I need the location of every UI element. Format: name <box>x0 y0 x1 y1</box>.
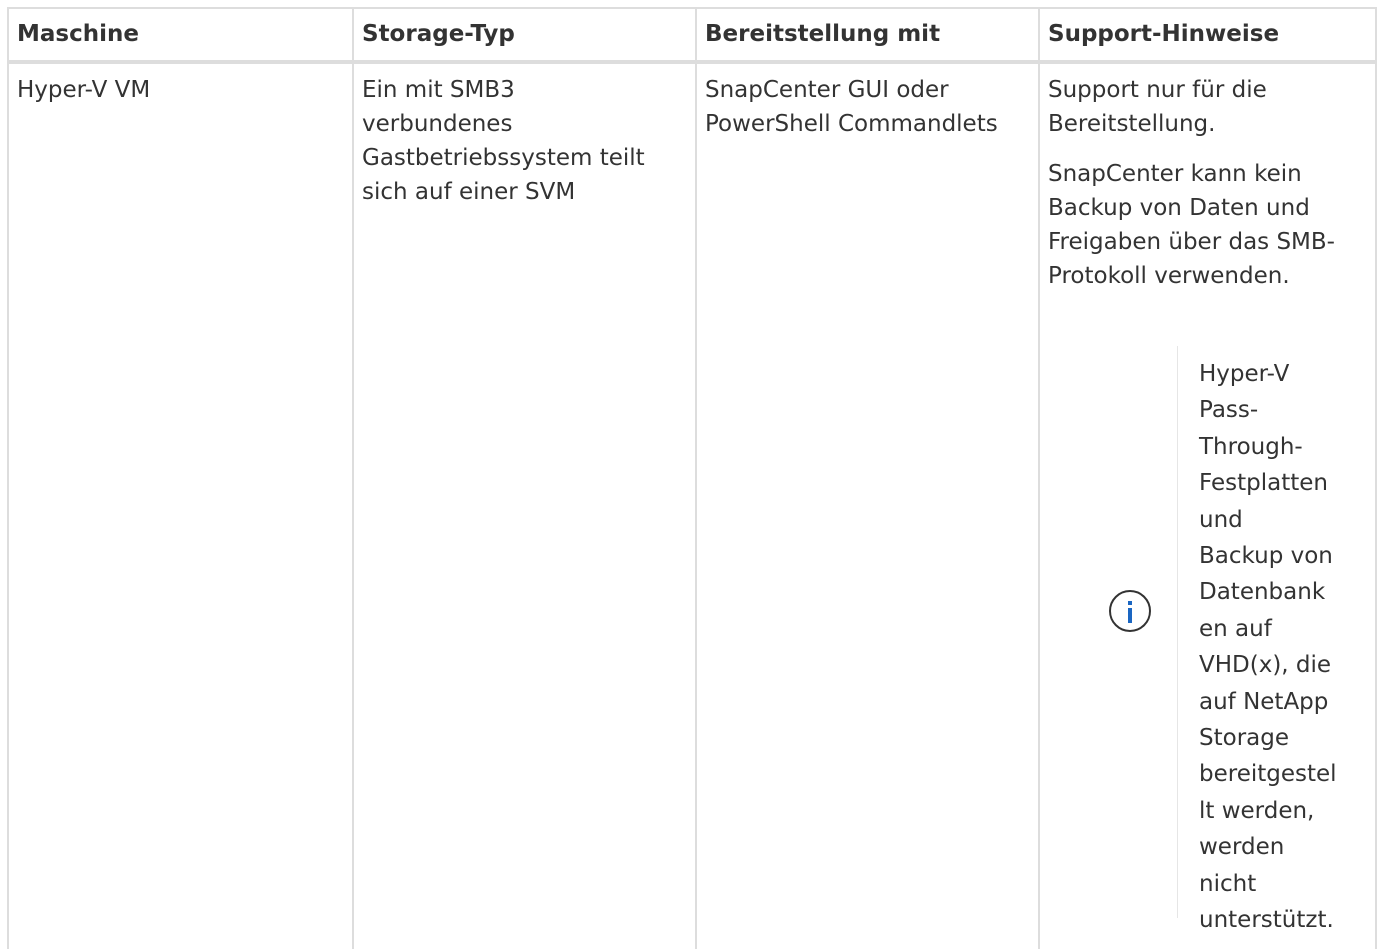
admonition-note: Hyper-V Pass- Through- Festplatten und B… <box>1068 346 1368 933</box>
note-line: Storage <box>1199 725 1289 752</box>
cell-maschine-text: Hyper-V VM <box>17 77 151 103</box>
column-storage-typ: Storage-Typ Ein mit SMB3 verbundenes Gas… <box>352 9 695 949</box>
note-line: Datenbank <box>1199 579 1326 606</box>
note-divider <box>1177 346 1178 918</box>
support-table: Maschine Hyper-V VM Storage-Typ Ein mit … <box>7 7 1377 949</box>
cell-support-hinweise: Support nur für die Bereitstellung. Snap… <box>1040 64 1375 949</box>
support-note-2: SnapCenter kann kein Backup von Daten un… <box>1048 161 1335 289</box>
note-line: Hyper-V <box>1199 361 1290 387</box>
header-maschine: Maschine <box>17 21 139 47</box>
column-maschine: Maschine Hyper-V VM <box>9 9 352 949</box>
note-line: VHD(x), die <box>1199 652 1332 679</box>
note-line: lt werden, <box>1199 797 1315 824</box>
column-bereitstellung: Bereitstellung mit SnapCenter GUI oder P… <box>695 9 1038 949</box>
note-line: bereitgestel <box>1199 761 1337 788</box>
note-line: werden <box>1199 834 1285 861</box>
note-line: unterstützt. <box>1199 907 1334 934</box>
cell-storage-typ: Ein mit SMB3 verbundenes Gastbetriebssys… <box>354 64 695 949</box>
note-line: Backup von <box>1199 543 1333 570</box>
cell-maschine: Hyper-V VM <box>9 64 160 949</box>
note-line: nicht <box>1199 870 1257 897</box>
column-support-hinweise: Support-Hinweise Support nur für die Ber… <box>1038 9 1375 949</box>
support-note-1: Support nur für die Bereitstellung. <box>1048 77 1267 137</box>
note-line: Pass- <box>1199 397 1259 424</box>
note-line: auf NetApp <box>1199 688 1329 715</box>
header-storage-typ: Storage-Typ <box>362 21 515 47</box>
info-icon <box>1109 590 1151 632</box>
note-line: und <box>1199 506 1243 533</box>
cell-storage-typ-text: Ein mit SMB3 verbundenes Gastbetriebssys… <box>362 77 645 205</box>
note-line: en auf <box>1199 615 1272 642</box>
header-bereitstellung: Bereitstellung mit <box>705 21 941 47</box>
header-support-hinweise: Support-Hinweise <box>1048 21 1280 47</box>
cell-bereitstellung: SnapCenter GUI oder PowerShell Commandle… <box>697 64 1038 949</box>
cell-bereitstellung-text: SnapCenter GUI oder PowerShell Commandle… <box>705 77 998 137</box>
note-text: Hyper-V Pass- Through- Festplatten und B… <box>1199 356 1359 939</box>
note-line: Festplatten <box>1199 470 1328 497</box>
note-line: Through- <box>1199 433 1303 460</box>
